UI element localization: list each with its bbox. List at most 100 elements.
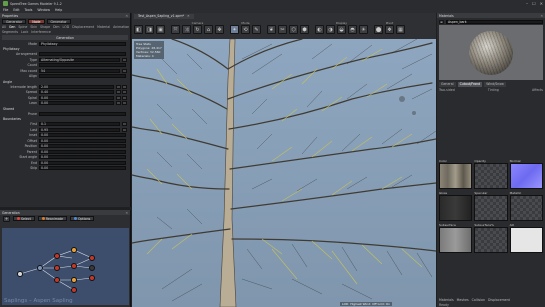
document-tab[interactable]: Test_Aspen_Sapling_v1.spm* ✕ [134, 13, 194, 19]
minimize-button[interactable]: – [526, 1, 528, 6]
trunk-node[interactable] [37, 265, 43, 271]
subsurface-percent-map-thumbnail[interactable] [474, 227, 508, 253]
curve-button[interactable] [116, 84, 121, 89]
curve-button[interactable] [116, 90, 121, 94]
property-field[interactable]: 0.00 [39, 155, 126, 159]
pivot-button[interactable]: ⬤ [374, 25, 383, 34]
tab-interference[interactable]: Interference [31, 30, 51, 34]
close-window-button[interactable]: ✕ [540, 1, 543, 6]
property-field[interactable]: 2.00 [39, 84, 114, 89]
tab-wind-snow[interactable]: Wind/Snow [484, 82, 506, 87]
property-field[interactable] [39, 74, 126, 78]
leaf-node[interactable] [71, 247, 77, 253]
menu-edit[interactable]: Edit [13, 8, 19, 12]
branch-node[interactable] [71, 287, 77, 293]
close-tab-icon[interactable]: ✕ [187, 14, 190, 18]
camera-button[interactable]: ⤧ [171, 25, 180, 34]
close-panel-icon[interactable]: ✕ [540, 14, 543, 18]
edit-button[interactable]: ❦ [267, 25, 276, 34]
curve-button[interactable] [116, 101, 121, 105]
display-button[interactable]: ◓ [348, 25, 357, 34]
mode-button[interactable]: ✎ [252, 25, 261, 34]
curve-button[interactable] [116, 95, 121, 100]
two-sided-checkbox[interactable]: Two-sided [439, 88, 455, 92]
property-field[interactable]: 54 [39, 68, 120, 73]
view-button[interactable]: ▣ [156, 25, 165, 34]
mode-select[interactable]: Phyllotaxy [39, 41, 126, 46]
lock-button[interactable] [122, 101, 127, 105]
lock-button[interactable] [122, 90, 127, 94]
property-field[interactable]: 0.00 [39, 101, 114, 105]
tab-shape[interactable]: Shape [40, 25, 50, 29]
tab-displacement[interactable]: Displacement [72, 25, 94, 29]
maximize-button[interactable]: ☐ [532, 1, 536, 6]
branch-node[interactable] [54, 253, 60, 259]
property-field[interactable]: 0.00 [39, 149, 126, 154]
camera-button[interactable]: ✥ [215, 25, 224, 34]
affects-checkbox[interactable]: Affects [532, 88, 543, 92]
specular-map-thumbnail[interactable] [474, 195, 508, 221]
gloss-map-thumbnail[interactable] [439, 195, 473, 221]
tinting-checkbox[interactable]: Tinting [488, 88, 499, 92]
menu-file[interactable]: File [3, 8, 8, 12]
property-field[interactable]: 0.00 [39, 133, 126, 137]
property-field[interactable]: 0.95 [39, 127, 120, 132]
tab-materials[interactable]: Materials [439, 298, 454, 302]
property-field[interactable] [39, 52, 126, 56]
mode-button[interactable]: ⟲ [241, 25, 250, 34]
camera-button[interactable]: ⤨ [182, 25, 191, 34]
color-map-thumbnail[interactable] [439, 163, 473, 189]
normal-map-thumbnail[interactable] [509, 163, 543, 189]
mode-button[interactable]: ✦ [230, 25, 239, 34]
options-button[interactable]: Options [70, 216, 95, 221]
display-button[interactable]: ◒ [337, 25, 346, 34]
leaf-node[interactable] [71, 277, 77, 283]
tab-general[interactable]: General [439, 82, 456, 87]
tab-collision[interactable]: Collision [472, 298, 485, 302]
tree-root-node[interactable] [17, 271, 23, 277]
edit-button[interactable]: ✂ [278, 25, 287, 34]
tab-all[interactable]: All [2, 25, 6, 29]
material-preview[interactable] [439, 25, 543, 80]
camera-button[interactable]: ↻ [193, 25, 202, 34]
display-button[interactable]: ◑ [326, 25, 335, 34]
tab-cutout-frond[interactable]: Cutout/Frond [457, 82, 483, 87]
tab-node[interactable]: Node [28, 18, 45, 24]
property-field[interactable]: Alternating/Opposite [39, 57, 120, 62]
node-graph[interactable]: Saplings – Aspen Sapling [2, 228, 129, 305]
property-field[interactable]: 0.1 [39, 122, 120, 126]
branch-node[interactable] [89, 275, 95, 281]
close-panel-icon[interactable]: ✕ [125, 211, 128, 215]
tab-gen[interactable]: Gen [9, 25, 15, 29]
select-button[interactable]: Select [13, 216, 35, 221]
pivot-button[interactable]: ❖ [385, 25, 394, 34]
branch-node[interactable] [54, 265, 60, 271]
map-slot[interactable]: AO [509, 223, 543, 253]
property-field[interactable]: 0.00 [39, 138, 126, 143]
tab-lod[interactable]: LOD [63, 25, 70, 29]
material-dropdown[interactable]: Aspen_bark [446, 19, 543, 24]
section-generation[interactable]: Generation [2, 35, 128, 40]
branch-node[interactable] [54, 277, 60, 283]
property-field[interactable] [39, 63, 126, 67]
close-panel-icon[interactable]: ✕ [125, 14, 128, 18]
curve-button[interactable] [122, 57, 127, 62]
branch-node[interactable] [89, 255, 95, 261]
add-node-button[interactable]: + [3, 215, 10, 222]
view-button[interactable]: ◨ [145, 25, 154, 34]
edit-button[interactable]: ⬡ [289, 25, 298, 34]
map-slot[interactable]: Subsurface% [474, 223, 508, 253]
menu-tools[interactable]: Tools [25, 8, 33, 12]
pivot-button[interactable]: ▦ [396, 25, 405, 34]
tab-lock[interactable]: Lock [21, 30, 28, 34]
viewport[interactable]: Test_Aspen_Sapling_v1.spm* ✕ ◧ ◨ ▣ Camer… [132, 13, 436, 307]
display-button[interactable]: ☀ [359, 25, 368, 34]
menu-help[interactable]: Help [55, 8, 62, 12]
menu-window[interactable]: Window [37, 8, 50, 12]
tab-skin[interactable]: Skin [30, 25, 37, 29]
curve-button[interactable] [122, 68, 127, 73]
property-field[interactable]: 0.00 [39, 166, 126, 170]
frond-node[interactable] [89, 265, 95, 271]
lock-button[interactable] [122, 95, 127, 100]
property-field[interactable]: 0.00 [39, 144, 126, 148]
